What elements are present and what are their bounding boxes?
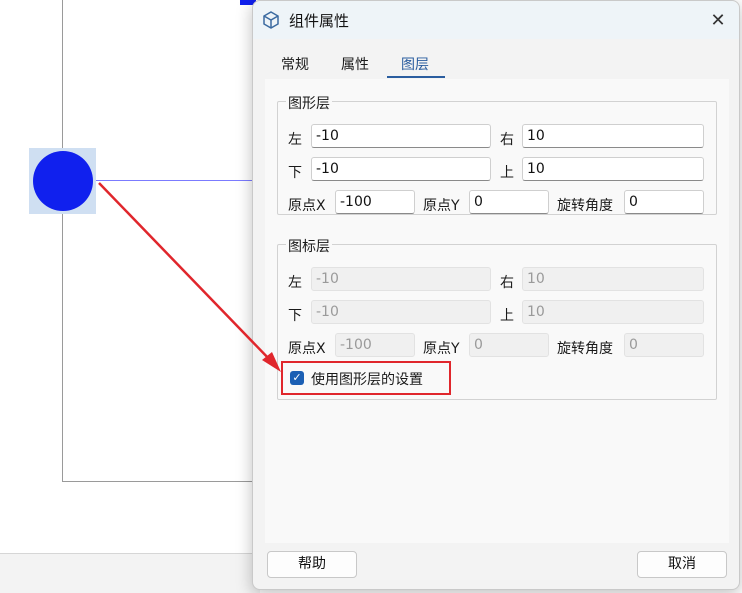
icon-rotation-label: 旋转角度 [557,341,613,357]
graphic-right-input[interactable] [522,124,704,148]
graphic-top-input[interactable] [522,157,704,181]
checkmark-icon: ✓ [290,371,304,385]
graphic-right-label: 右 [500,132,514,148]
icon-layer-label: 图标层 [286,236,332,256]
icon-origin-x-input [335,333,415,357]
active-tab-indicator [387,76,445,78]
close-icon: ✕ [710,9,726,31]
circle-node[interactable] [33,151,93,211]
icon-bottom-label: 下 [288,308,302,324]
icon-right-input [522,267,704,291]
close-button[interactable]: ✕ [705,7,731,33]
icon-left-label: 左 [288,275,302,291]
icon-origin-y-input [469,333,549,357]
graphic-bottom-label: 下 [288,165,302,181]
icon-rotation-input [624,333,704,357]
tab-general[interactable]: 常规 [281,54,309,74]
cube-icon [263,11,279,29]
tab-layers[interactable]: 图层 [401,54,429,74]
graphic-rotation-label: 旋转角度 [557,198,613,214]
graphic-bottom-input[interactable] [311,157,491,181]
use-graphic-settings-label: 使用图形层的设置 [311,372,423,388]
icon-left-input [311,267,491,291]
cancel-button[interactable]: 取消 [637,551,727,578]
graphic-top-label: 上 [500,165,514,181]
help-button[interactable]: 帮助 [267,551,357,578]
icon-origin-y-label: 原点Y [423,341,460,357]
icon-right-label: 右 [500,275,514,291]
layers-panel: 图形层 左 右 下 上 原点X 原点Y 旋转角度 图标层 左 右 下 上 [265,79,729,543]
icon-origin-x-label: 原点X [288,341,326,357]
graphic-rotation-input[interactable] [624,190,704,214]
icon-bottom-input [311,300,491,324]
graphic-layer-group: 图形层 左 右 下 上 原点X 原点Y 旋转角度 [277,93,717,215]
dialog-titlebar[interactable]: 组件属性 ✕ [253,1,739,39]
graphic-origin-y-label: 原点Y [423,198,460,214]
status-bar [0,553,260,593]
tab-properties[interactable]: 属性 [341,54,369,74]
connector-line[interactable] [94,180,254,181]
dialog-title: 组件属性 [289,12,350,30]
graphic-layer-label: 图形层 [286,93,332,113]
component-properties-dialog: 组件属性 ✕ 常规 属性 图层 图形层 左 右 下 上 原点X 原点Y 旋转角度 [252,0,740,590]
graphic-left-input[interactable] [311,124,491,148]
graphic-origin-x-label: 原点X [288,198,326,214]
use-graphic-settings-checkbox[interactable]: ✓ 使用图形层的设置 [281,361,451,395]
icon-top-input [522,300,704,324]
graphic-origin-x-input[interactable] [335,190,415,214]
graphic-left-label: 左 [288,132,302,148]
icon-top-label: 上 [500,308,514,324]
graphic-origin-y-input[interactable] [469,190,549,214]
